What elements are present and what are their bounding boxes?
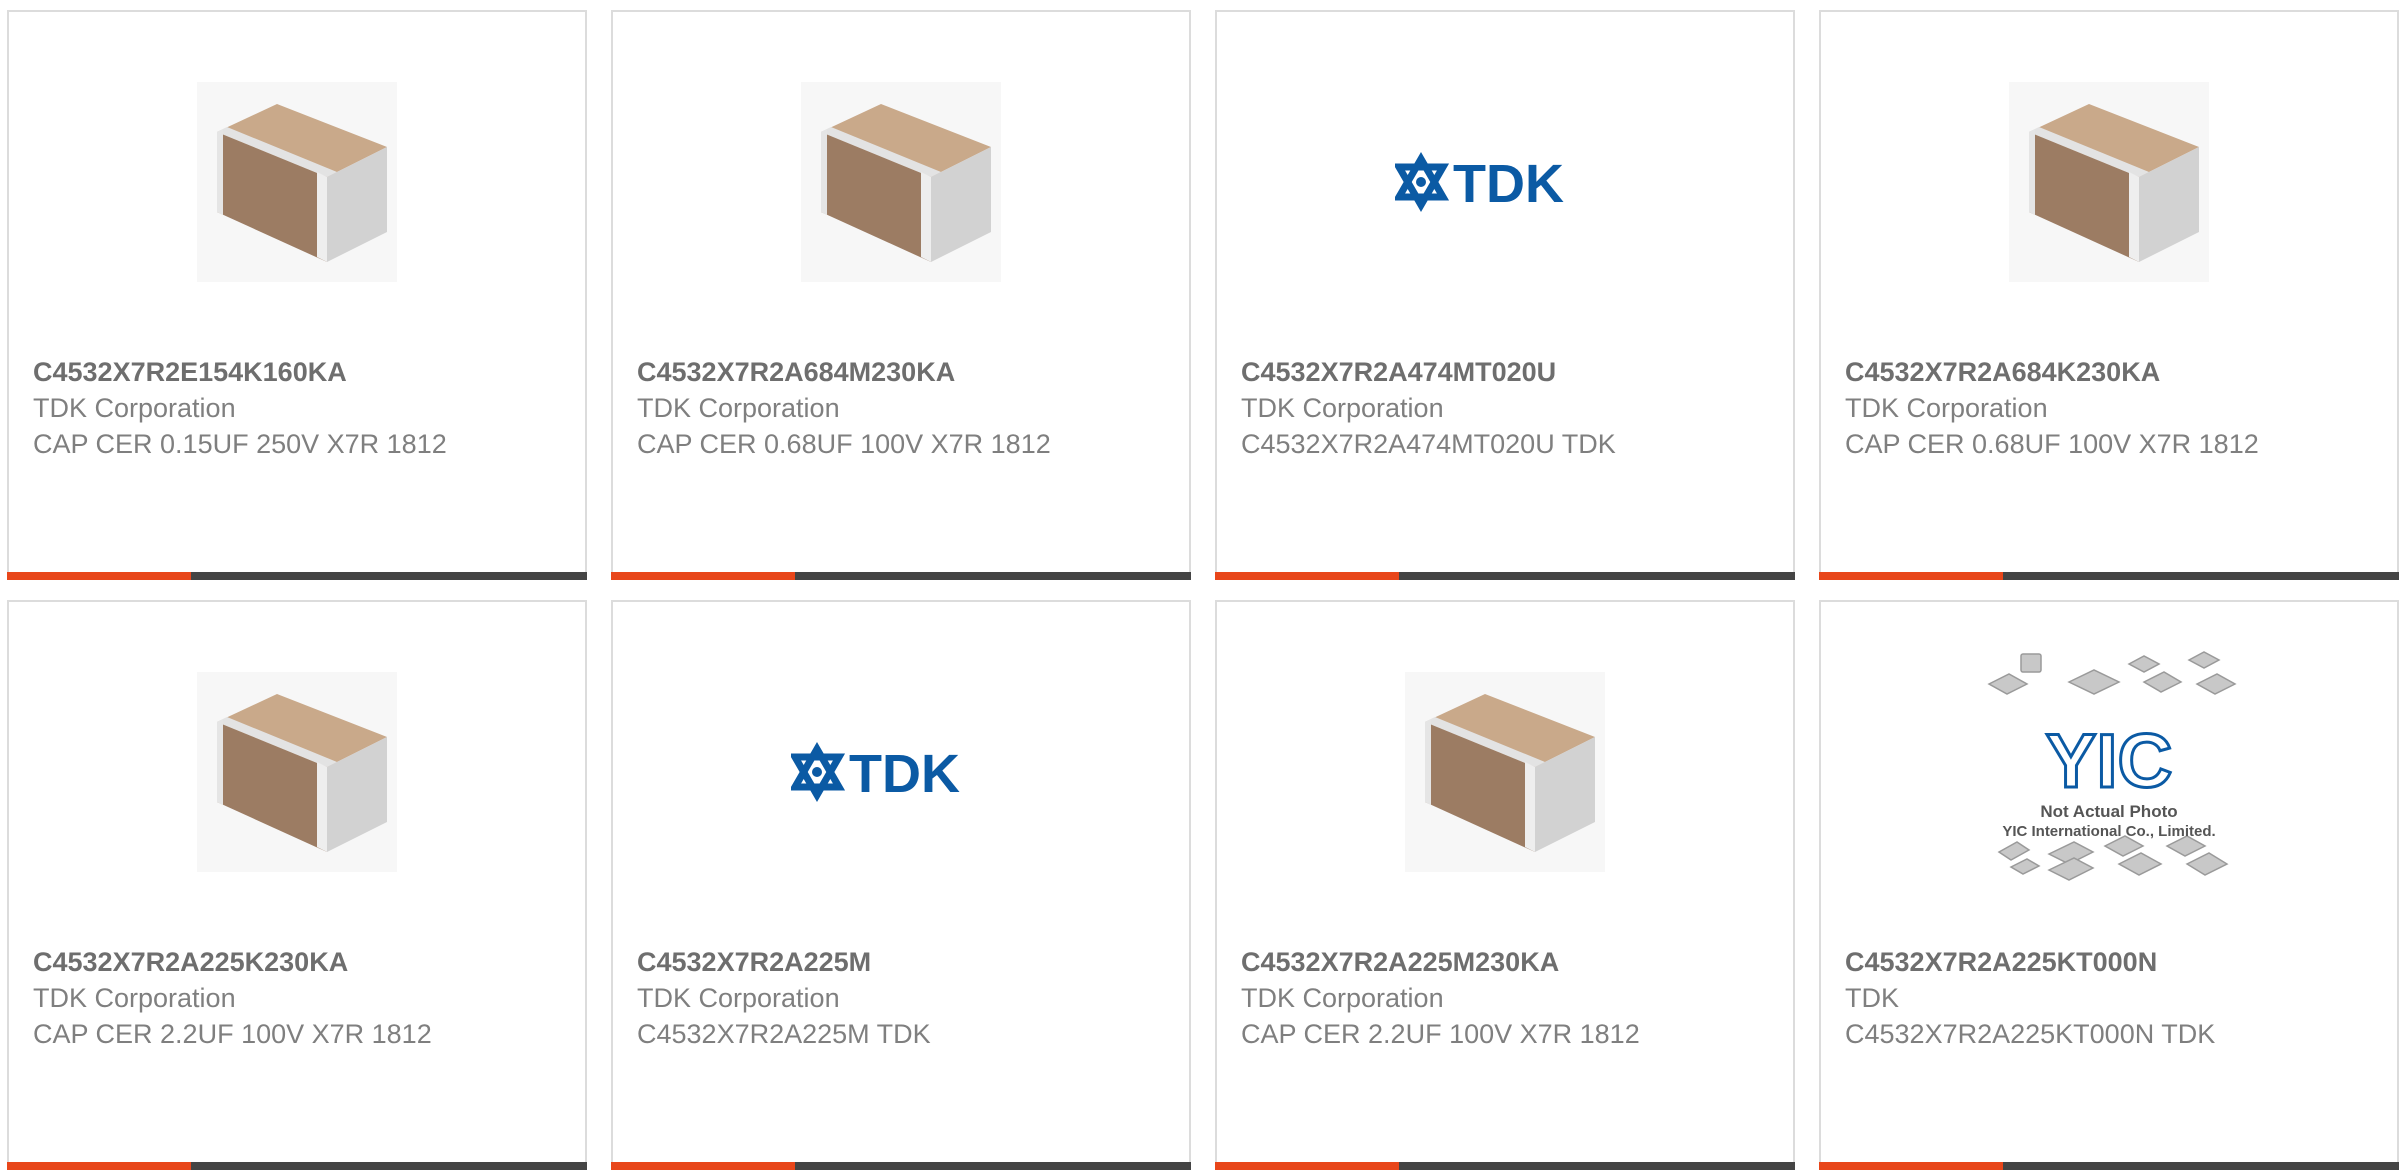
capacitor-chip-image[interactable] — [9, 662, 585, 882]
card-accent-bar — [1215, 1162, 1399, 1170]
capacitor-chip-image[interactable] — [613, 72, 1189, 292]
product-card[interactable]: YIC Not Actual Photo YIC International C… — [1819, 600, 2399, 1170]
card-accent-bar — [7, 572, 191, 580]
product-card[interactable]: C4532X7R2A684M230KA TDK Corporation CAP … — [611, 10, 1191, 580]
product-card[interactable]: C4532X7R2A684K230KA TDK Corporation CAP … — [1819, 10, 2399, 580]
description: C4532X7R2A474MT020U TDK — [1241, 429, 1616, 459]
card-bottom-bar — [1819, 1162, 2399, 1170]
product-grid: C4532X7R2E154K160KA TDK Corporation CAP … — [7, 10, 2400, 1170]
tdk-logo-image[interactable]: TDK — [613, 662, 1189, 882]
tdk-logo: TDK — [791, 742, 960, 804]
card-bottom-bar — [611, 572, 1191, 580]
card-bottom-bar — [7, 1162, 587, 1170]
yic-logo-text: YIC — [2046, 719, 2173, 804]
card-accent-bar — [611, 1162, 795, 1170]
manufacturer: TDK Corporation — [33, 983, 236, 1013]
card-bottom-bar — [7, 572, 587, 580]
part-number-link[interactable]: C4532X7R2A225M — [637, 944, 1165, 980]
not-actual-photo-text: Not Actual Photo — [2040, 802, 2177, 821]
product-card[interactable]: C4532X7R2E154K160KA TDK Corporation CAP … — [7, 10, 587, 580]
capacitor-chip-icon — [2009, 82, 2209, 282]
product-info: C4532X7R2A225M TDK Corporation C4532X7R2… — [637, 944, 1165, 1052]
part-number-link[interactable]: C4532X7R2A225KT000N — [1845, 944, 2373, 980]
manufacturer: TDK Corporation — [1241, 393, 1444, 423]
product-card[interactable]: C4532X7R2A225K230KA TDK Corporation CAP … — [7, 600, 587, 1170]
product-card[interactable]: TDK C4532X7R2A225M TDK Corporation C4532… — [611, 600, 1191, 1170]
product-info: C4532X7R2A684M230KA TDK Corporation CAP … — [637, 354, 1165, 462]
capacitor-chip-icon — [801, 82, 1001, 282]
product-info: C4532X7R2A225K230KA TDK Corporation CAP … — [33, 944, 561, 1052]
tdk-triangle-mark-icon — [791, 742, 846, 802]
tdk-logo-text: TDK — [849, 744, 960, 804]
description: C4532X7R2A225KT000N TDK — [1845, 1019, 2216, 1049]
description: CAP CER 2.2UF 100V X7R 1812 — [1241, 1019, 1640, 1049]
capacitor-chip-image[interactable] — [1821, 72, 2397, 292]
description: C4532X7R2A225M TDK — [637, 1019, 931, 1049]
tdk-logo-image[interactable]: TDK — [1217, 72, 1793, 292]
capacitor-chip-icon — [197, 672, 397, 872]
card-accent-bar — [1215, 572, 1399, 580]
card-bottom-bar — [1215, 1162, 1795, 1170]
card-accent-bar — [611, 572, 795, 580]
manufacturer: TDK Corporation — [1845, 393, 2048, 423]
card-bottom-bar — [1215, 572, 1795, 580]
capacitor-chip-icon — [197, 82, 397, 282]
card-accent-bar — [1819, 1162, 2003, 1170]
description: CAP CER 0.68UF 100V X7R 1812 — [637, 429, 1051, 459]
product-info: C4532X7R2A684K230KA TDK Corporation CAP … — [1845, 354, 2373, 462]
product-info: C4532X7R2A225M230KA TDK Corporation CAP … — [1241, 944, 1769, 1052]
capacitor-chip-image[interactable] — [9, 72, 585, 292]
part-number-link[interactable]: C4532X7R2A225K230KA — [33, 944, 561, 980]
product-card[interactable]: TDK C4532X7R2A474MT020U TDK Corporation … — [1215, 10, 1795, 580]
part-number-link[interactable]: C4532X7R2E154K160KA — [33, 354, 561, 390]
card-accent-bar — [1819, 572, 2003, 580]
part-number-link[interactable]: C4532X7R2A684K230KA — [1845, 354, 2373, 390]
manufacturer: TDK Corporation — [637, 393, 840, 423]
product-info: C4532X7R2A474MT020U TDK Corporation C453… — [1241, 354, 1769, 462]
tdk-triangle-mark-icon — [1395, 152, 1450, 212]
yic-placeholder-image[interactable]: YIC Not Actual Photo YIC International C… — [1821, 642, 2397, 892]
capacitor-chip-icon — [1405, 672, 1605, 872]
product-info: C4532X7R2E154K160KA TDK Corporation CAP … — [33, 354, 561, 462]
product-info: C4532X7R2A225KT000N TDK C4532X7R2A225KT0… — [1845, 944, 2373, 1052]
tdk-logo: TDK — [1395, 152, 1564, 214]
yic-placeholder-graphic: YIC Not Actual Photo YIC International C… — [1987, 651, 2237, 881]
description: CAP CER 2.2UF 100V X7R 1812 — [33, 1019, 432, 1049]
part-number-link[interactable]: C4532X7R2A684M230KA — [637, 354, 1165, 390]
part-number-link[interactable]: C4532X7R2A225M230KA — [1241, 944, 1769, 980]
capacitor-chip-image[interactable] — [1217, 662, 1793, 882]
tdk-logo-text: TDK — [1453, 154, 1564, 214]
manufacturer: TDK Corporation — [33, 393, 236, 423]
manufacturer: TDK Corporation — [637, 983, 840, 1013]
manufacturer: TDK Corporation — [1241, 983, 1444, 1013]
card-bottom-bar — [1819, 572, 2399, 580]
yic-company-text: YIC International Co., Limited. — [2002, 823, 2215, 840]
card-bottom-bar — [611, 1162, 1191, 1170]
part-number-link[interactable]: C4532X7R2A474MT020U — [1241, 354, 1769, 390]
description: CAP CER 0.15UF 250V X7R 1812 — [33, 429, 447, 459]
product-card[interactable]: C4532X7R2A225M230KA TDK Corporation CAP … — [1215, 600, 1795, 1170]
description: CAP CER 0.68UF 100V X7R 1812 — [1845, 429, 2259, 459]
manufacturer: TDK — [1845, 983, 1899, 1013]
card-accent-bar — [7, 1162, 191, 1170]
